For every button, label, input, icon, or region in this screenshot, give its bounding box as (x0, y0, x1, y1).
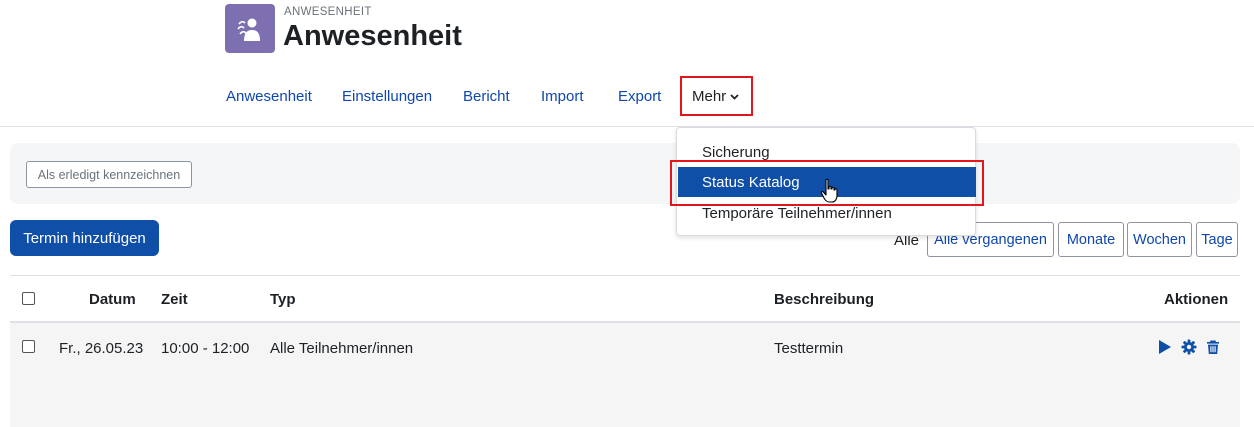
row-time: 10:00 - 12:00 (161, 340, 250, 357)
add-session-button[interactable]: Termin hinzufügen (10, 220, 159, 256)
column-header-date[interactable]: Datum (89, 291, 136, 308)
attendance-people-icon (237, 18, 260, 41)
column-header-time: Zeit (161, 291, 188, 308)
gear-icon[interactable] (1181, 339, 1197, 355)
column-header-description: Beschreibung (774, 291, 875, 308)
table-top-divider (10, 275, 1240, 276)
row-select-checkbox[interactable] (22, 340, 35, 353)
filter-weeks-button[interactable]: Wochen (1127, 222, 1192, 257)
table-row (10, 323, 1240, 427)
nav-item-export[interactable]: Export (618, 88, 661, 105)
row-description: Testtermin (774, 340, 844, 357)
row-date: Fr., 26.05.23 (59, 340, 144, 357)
nav-item-import[interactable]: Import (541, 88, 584, 105)
mark-as-done-button[interactable]: Als erledigt kennzeichnen (26, 161, 192, 188)
dropdown-item-backup[interactable]: Sicherung (678, 137, 976, 167)
header-divider (0, 126, 1254, 127)
select-all-checkbox[interactable] (22, 292, 35, 305)
nav-more-label: Mehr (692, 87, 727, 105)
filter-days-button[interactable]: Tage (1196, 222, 1238, 257)
column-header-type: Typ (270, 291, 296, 308)
take-attendance-play-icon[interactable] (1157, 339, 1173, 355)
column-header-actions: Aktionen (1164, 291, 1229, 308)
filter-months-button[interactable]: Monate (1058, 222, 1124, 257)
page-title: Anwesenheit (283, 20, 462, 52)
hand-pointer-cursor-icon (820, 178, 838, 203)
chevron-down-icon (730, 93, 739, 100)
nav-item-attendance[interactable]: Anwesenheit (226, 88, 312, 105)
nav-item-report[interactable]: Bericht (463, 88, 510, 105)
nav-more-button[interactable]: Mehr (680, 76, 753, 116)
module-pretitle: ANWESENHEIT (284, 6, 372, 18)
activity-completion-bar (10, 143, 1240, 204)
nav-item-settings[interactable]: Einstellungen (342, 88, 432, 105)
row-type: Alle Teilnehmer/innen (270, 340, 414, 357)
attendance-module-icon (225, 4, 275, 53)
trash-icon[interactable] (1205, 339, 1221, 355)
